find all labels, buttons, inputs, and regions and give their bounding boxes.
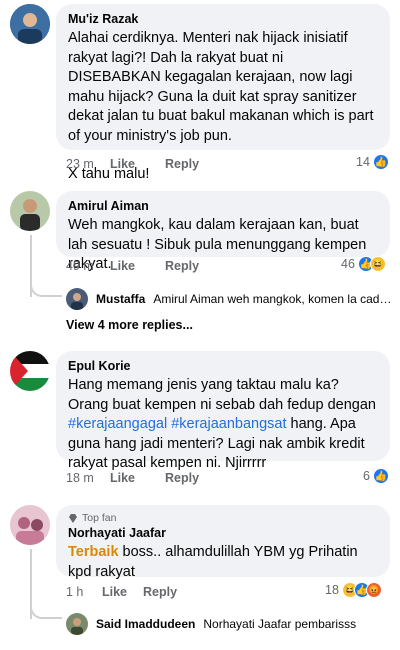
avatar[interactable]	[66, 613, 88, 635]
comment-2: Amirul Aiman Weh mangkok, kau dalam kera…	[0, 185, 400, 340]
reply-preview[interactable]: Said Imaddudeen Norhayati Jaafar pembari…	[66, 613, 396, 635]
reply-button[interactable]: Reply	[165, 157, 199, 171]
comment-time[interactable]: 49 m	[66, 259, 110, 273]
comment-author[interactable]: Epul Korie	[68, 358, 378, 374]
comment-time[interactable]: 23 m	[66, 157, 110, 171]
haha-reaction-icon: 😆	[369, 256, 386, 272]
reply-author[interactable]: Mustaffa	[96, 292, 145, 306]
comment-text-part: Hang memang jenis yang taktau malu ka? O…	[68, 377, 376, 413]
comment-meta: 18 m Like Reply	[66, 471, 199, 485]
flag-avatar-icon	[10, 351, 50, 391]
comment-bubble: Epul Korie Hang memang jenis yang taktau…	[56, 351, 390, 471]
reaction-summary[interactable]: 18 😆 👍 😡	[325, 582, 382, 598]
comment-time[interactable]: 1 h	[66, 585, 102, 599]
comment-4: Top fan Norhayati Jaafar Terbaik boss.. …	[0, 495, 400, 650]
reply-button[interactable]: Reply	[165, 259, 199, 273]
user-photo-icon	[10, 191, 50, 231]
badge-label: Top fan	[82, 512, 117, 524]
angry-reaction-icon: 😡	[365, 582, 382, 598]
user-photo-icon	[10, 505, 50, 545]
view-more-replies-link[interactable]: View 4 more replies...	[66, 318, 193, 332]
hashtag-link[interactable]: #kerajaanbangsat	[171, 416, 286, 432]
like-button[interactable]: Like	[110, 157, 165, 171]
reaction-count: 14	[356, 155, 370, 169]
comment-3: Epul Korie Hang memang jenis yang taktau…	[0, 340, 400, 495]
reply-button[interactable]: Reply	[165, 471, 199, 485]
avatar[interactable]	[10, 505, 50, 545]
reply-author[interactable]: Said Imaddudeen	[96, 617, 195, 631]
comment-text: Hang memang jenis yang taktau malu ka? O…	[68, 376, 378, 474]
thread-connector	[30, 603, 62, 619]
comment-meta: 49 m Like Reply	[66, 259, 199, 273]
comment-bubble: Top fan Norhayati Jaafar Terbaik boss.. …	[56, 505, 390, 580]
comment-text: Alahai cerdiknya. Menteri nak hijack ini…	[68, 30, 374, 144]
reply-text: Amirul Aiman weh mangkok, komen la cadan…	[153, 292, 396, 306]
thread-connector	[30, 281, 62, 297]
like-reaction-icon: 👍	[372, 154, 389, 170]
comment-author[interactable]: Amirul Aiman	[68, 198, 378, 214]
top-fan-badge: Top fan	[68, 512, 378, 525]
user-photo-icon	[10, 4, 50, 44]
reply-preview[interactable]: Mustaffa Amirul Aiman weh mangkok, komen…	[66, 288, 396, 310]
comment-bubble: Mu'iz Razak Alahai cerdiknya. Menteri na…	[56, 4, 390, 182]
comment-meta: 1 h Like Reply	[66, 585, 177, 599]
highlighted-word: Terbaik	[68, 544, 119, 560]
user-photo-icon	[66, 288, 88, 310]
avatar[interactable]	[66, 288, 88, 310]
avatar[interactable]	[10, 351, 50, 391]
reaction-summary[interactable]: 46 👍 😆	[341, 256, 386, 272]
user-photo-icon	[66, 613, 88, 635]
comment-text: Terbaik boss.. alhamdulillah YBM yg Prih…	[68, 543, 378, 582]
reply-text: Norhayati Jaafar pembarisss	[203, 617, 357, 631]
comment-author[interactable]: Mu'iz Razak	[68, 11, 378, 27]
comment-author[interactable]: Norhayati Jaafar	[68, 525, 378, 541]
like-button[interactable]: Like	[110, 259, 165, 273]
avatar[interactable]	[10, 191, 50, 231]
reaction-count: 46	[341, 257, 355, 271]
hashtag-link[interactable]: #kerajaangagal	[68, 416, 167, 432]
comment-time[interactable]: 18 m	[66, 471, 110, 485]
diamond-icon	[69, 514, 77, 523]
reaction-count: 6	[363, 469, 370, 483]
avatar[interactable]	[10, 4, 50, 44]
comment-bubble: Amirul Aiman Weh mangkok, kau dalam kera…	[56, 191, 390, 272]
comment-meta: 23 m Like Reply	[66, 157, 199, 171]
reaction-count: 18	[325, 583, 339, 597]
like-button[interactable]: Like	[110, 471, 165, 485]
reply-button[interactable]: Reply	[143, 585, 177, 599]
reaction-summary[interactable]: 6 👍	[363, 468, 389, 484]
comment-1: Mu'iz Razak Alahai cerdiknya. Menteri na…	[0, 0, 400, 185]
like-reaction-icon: 👍	[372, 468, 389, 484]
like-button[interactable]: Like	[102, 585, 143, 599]
reaction-summary[interactable]: 14 👍	[356, 154, 389, 170]
